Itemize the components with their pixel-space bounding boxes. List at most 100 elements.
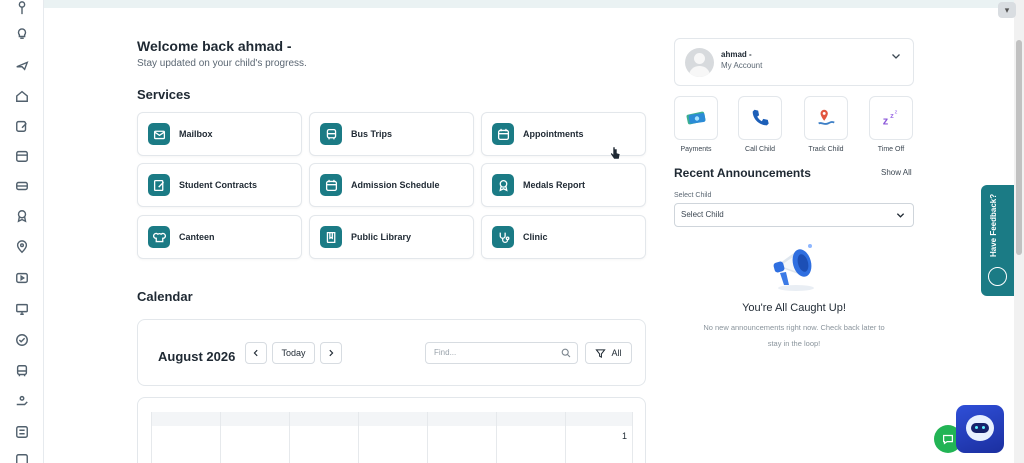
- hand-icon[interactable]: [14, 393, 30, 409]
- card-icon[interactable]: [14, 178, 30, 194]
- monitor-icon[interactable]: [14, 301, 30, 317]
- select-child-label: Select Child: [674, 192, 712, 199]
- assistant-bot-button[interactable]: [956, 405, 1004, 453]
- quick-action-label: Payments: [680, 146, 712, 153]
- medal-icon: [492, 174, 514, 196]
- call-child-button[interactable]: [738, 96, 782, 140]
- hand-cursor-icon: [610, 146, 621, 160]
- mail-icon: [148, 123, 170, 145]
- services-title: Services: [137, 87, 191, 102]
- svg-text:z: z: [895, 109, 898, 115]
- stethoscope-icon: [492, 226, 514, 248]
- select-child-dropdown[interactable]: Select Child: [674, 203, 914, 227]
- calendar-grid-header: [151, 412, 633, 426]
- extension-icon[interactable]: ▾: [998, 2, 1016, 18]
- tree-icon[interactable]: [14, 0, 30, 16]
- service-label: Appointments: [523, 129, 584, 139]
- quick-action-label: Call Child: [745, 146, 775, 153]
- account-dropdown[interactable]: ahmad - My Account: [674, 38, 914, 86]
- prev-month-button[interactable]: [245, 342, 267, 364]
- account-subtitle: My Account: [721, 61, 763, 70]
- filter-button[interactable]: All: [585, 342, 632, 364]
- payments-button[interactable]: [674, 96, 718, 140]
- scrollbar-thumb[interactable]: [1016, 40, 1022, 255]
- location-pin-icon: [818, 109, 835, 125]
- chevron-left-icon: [253, 349, 258, 357]
- location-icon[interactable]: [14, 239, 30, 255]
- service-clinic[interactable]: Clinic: [481, 215, 646, 259]
- sleep-icon: zzz: [883, 109, 898, 127]
- top-strip: [44, 0, 1014, 8]
- phone-icon: [752, 109, 769, 126]
- calendar-icon[interactable]: [14, 148, 30, 164]
- next-month-button[interactable]: [320, 342, 342, 364]
- grid-divider: [427, 412, 428, 463]
- welcome-subtitle: Stay updated on your child's progress.: [137, 58, 307, 69]
- select-child-value: Select Child: [681, 210, 724, 219]
- grid-divider: [220, 412, 221, 463]
- report-icon[interactable]: [14, 424, 30, 440]
- show-all-link[interactable]: Show All: [881, 168, 912, 177]
- calendar-title: Calendar: [137, 289, 193, 304]
- feedback-label: Have Feedback?: [989, 193, 998, 257]
- lightbulb-icon[interactable]: [14, 25, 30, 41]
- svg-text:z: z: [890, 111, 894, 120]
- grid-divider: [565, 412, 566, 463]
- award-icon[interactable]: [14, 208, 30, 224]
- service-medals-report[interactable]: Medals Report: [481, 163, 646, 207]
- bus-icon[interactable]: [14, 363, 30, 379]
- service-mailbox[interactable]: Mailbox: [137, 112, 302, 156]
- time-off-button[interactable]: zzz: [869, 96, 913, 140]
- megaphone-icon: [773, 244, 814, 291]
- welcome-title: Welcome back ahmad -: [137, 38, 292, 54]
- grid-divider: [496, 412, 497, 463]
- scrollbar[interactable]: [1014, 0, 1024, 463]
- bus-icon: [320, 123, 342, 145]
- service-bus-trips[interactable]: Bus Trips: [309, 112, 474, 156]
- avatar: [685, 48, 714, 77]
- quick-action-label: Track Child: [808, 146, 844, 153]
- feedback-icon: [988, 267, 1007, 286]
- edit-icon[interactable]: [14, 118, 30, 134]
- track-child-button[interactable]: [804, 96, 848, 140]
- service-canteen[interactable]: Canteen: [137, 215, 302, 259]
- service-label: Public Library: [351, 232, 412, 242]
- contract-icon: [148, 174, 170, 196]
- money-icon: [686, 111, 706, 125]
- account-name: ahmad -: [721, 50, 752, 59]
- chevron-down-icon: [896, 213, 905, 218]
- service-public-library[interactable]: Public Library: [309, 215, 474, 259]
- home-icon[interactable]: [14, 88, 30, 104]
- service-label: Clinic: [523, 232, 548, 242]
- robot-icon: [966, 415, 994, 441]
- sidebar-rail: [0, 0, 44, 463]
- video-icon[interactable]: [14, 270, 30, 286]
- search-icon: [561, 348, 571, 358]
- feedback-tab[interactable]: Have Feedback?: [981, 185, 1014, 296]
- service-label: Mailbox: [179, 129, 213, 139]
- service-label: Admission Schedule: [351, 180, 440, 190]
- plane-icon[interactable]: [14, 57, 30, 73]
- service-label: Bus Trips: [351, 129, 393, 139]
- today-button[interactable]: Today: [272, 342, 315, 364]
- quick-action-label: Time Off: [877, 146, 905, 153]
- list-icon[interactable]: [14, 452, 30, 463]
- svg-text:z: z: [883, 115, 889, 127]
- book-icon: [320, 226, 342, 248]
- calendar-search-input[interactable]: Find...: [425, 342, 578, 364]
- search-placeholder: Find...: [434, 348, 457, 357]
- calendar-month: August 2026: [158, 349, 236, 364]
- service-appointments[interactable]: Appointments: [481, 112, 646, 156]
- service-student-contracts[interactable]: Student Contracts: [137, 163, 302, 207]
- service-admission-schedule[interactable]: Admission Schedule: [309, 163, 474, 207]
- chevron-down-icon: [892, 54, 900, 59]
- empty-state-text: No new announcements right now. Check ba…: [703, 323, 885, 348]
- chef-hat-icon: [148, 226, 170, 248]
- filter-icon: [595, 348, 607, 358]
- calendar-day-cell[interactable]: 1: [622, 431, 627, 441]
- badge-icon[interactable]: [14, 332, 30, 348]
- calendar-icon: [320, 174, 342, 196]
- service-label: Medals Report: [523, 180, 586, 190]
- grid-divider: [632, 412, 633, 463]
- grid-divider: [289, 412, 290, 463]
